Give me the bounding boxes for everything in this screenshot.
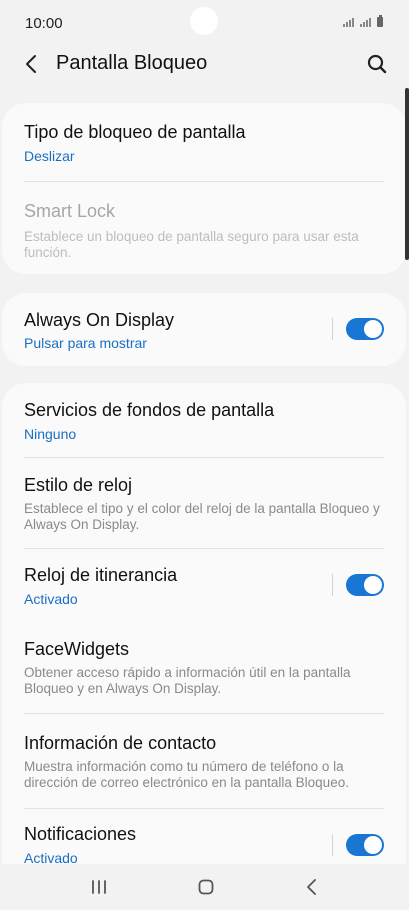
setting-notifications[interactable]: Notificaciones Activado bbox=[2, 809, 406, 864]
setting-title: FaceWidgets bbox=[24, 639, 130, 659]
status-icons bbox=[343, 15, 383, 27]
status-time: 10:00 bbox=[25, 15, 63, 32]
home-icon bbox=[198, 879, 214, 895]
battery-icon bbox=[377, 15, 383, 27]
setting-description: Establece el tipo y el color del reloj d… bbox=[24, 501, 380, 532]
search-button[interactable] bbox=[363, 50, 391, 78]
setting-title: Smart Lock bbox=[24, 201, 116, 221]
setting-wallpaper-services[interactable]: Servicios de fondos de pantalla Ninguno bbox=[2, 383, 406, 457]
search-icon bbox=[367, 54, 387, 74]
toggle-knob bbox=[364, 320, 382, 338]
scrollbar[interactable] bbox=[405, 88, 409, 260]
vertical-separator bbox=[332, 318, 333, 340]
status-bar: 10:00 bbox=[0, 0, 409, 44]
recents-icon bbox=[92, 880, 106, 894]
roaming-clock-toggle[interactable] bbox=[346, 574, 384, 596]
vertical-separator bbox=[332, 574, 333, 596]
setting-value: Activado bbox=[24, 850, 78, 864]
setting-clock-style[interactable]: Estilo de reloj Establece el tipo y el c… bbox=[2, 458, 406, 548]
setting-title: Servicios de fondos de pantalla bbox=[24, 400, 275, 420]
nav-back-icon bbox=[307, 879, 316, 895]
cell-signal-icon bbox=[360, 18, 371, 27]
recents-button[interactable] bbox=[84, 872, 114, 902]
navigation-bar bbox=[0, 864, 409, 910]
app-bar: Pantalla Bloqueo bbox=[0, 44, 409, 84]
chevron-left-icon bbox=[26, 55, 36, 73]
always-on-display-toggle[interactable] bbox=[346, 318, 384, 340]
vertical-separator bbox=[332, 834, 333, 856]
setting-value: Deslizar bbox=[24, 148, 75, 164]
setting-always-on-display[interactable]: Always On Display Pulsar para mostrar bbox=[2, 293, 406, 366]
setting-roaming-clock[interactable]: Reloj de itinerancia Activado bbox=[2, 549, 406, 622]
setting-title: Tipo de bloqueo de pantalla bbox=[24, 122, 246, 142]
setting-contact-information[interactable]: Información de contacto Muestra informac… bbox=[2, 714, 406, 808]
setting-smart-lock: Smart Lock Establece un bloqueo de panta… bbox=[2, 182, 406, 274]
setting-value: Pulsar para mostrar bbox=[24, 335, 147, 351]
wifi-signal-icon bbox=[343, 18, 354, 27]
toggle-knob bbox=[364, 836, 382, 854]
setting-title: Notificaciones bbox=[24, 824, 137, 844]
setting-title: Información de contacto bbox=[24, 733, 217, 753]
back-button[interactable] bbox=[18, 50, 46, 78]
setting-screen-lock-type[interactable]: Tipo de bloqueo de pantalla Deslizar bbox=[2, 103, 406, 181]
setting-value: Activado bbox=[24, 591, 78, 607]
lock-type-card: Tipo de bloqueo de pantalla Deslizar Sma… bbox=[2, 103, 406, 274]
setting-title: Always On Display bbox=[24, 310, 175, 330]
setting-description: Muestra información como tu número de te… bbox=[24, 759, 349, 790]
setting-description: Establece un bloqueo de pantalla seguro … bbox=[24, 229, 359, 260]
page-title: Pantalla Bloqueo bbox=[56, 52, 208, 74]
setting-facewidgets[interactable]: FaceWidgets Obtener acceso rápido a info… bbox=[2, 622, 406, 713]
home-button[interactable] bbox=[191, 872, 221, 902]
nav-back-button[interactable] bbox=[297, 872, 327, 902]
front-camera-cutout bbox=[190, 7, 218, 35]
always-on-display-card: Always On Display Pulsar para mostrar bbox=[2, 293, 406, 366]
notifications-toggle[interactable] bbox=[346, 834, 384, 856]
toggle-knob bbox=[364, 576, 382, 594]
setting-description: Obtener acceso rápido a información útil… bbox=[24, 665, 351, 696]
setting-title: Reloj de itinerancia bbox=[24, 565, 178, 585]
clock-and-info-card: Servicios de fondos de pantalla Ninguno … bbox=[2, 383, 406, 864]
setting-value: Ninguno bbox=[24, 426, 77, 442]
setting-title: Estilo de reloj bbox=[24, 475, 133, 495]
